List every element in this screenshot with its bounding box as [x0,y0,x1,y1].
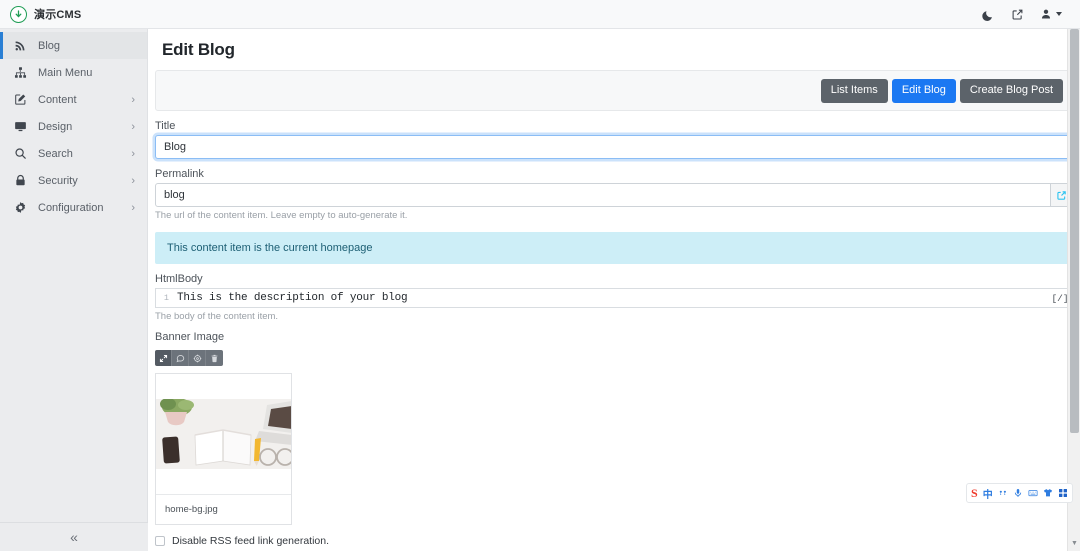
sidebar-item-label: Design [38,120,73,133]
action-button-group: List Items Edit Blog Create Blog Post [817,78,1063,103]
banner-image-group: Banner Image home-bg.jpg [155,331,1073,525]
microphone-icon[interactable] [1013,488,1023,498]
chevron-right-icon: › [131,93,135,106]
chevron-down-icon [1056,12,1062,16]
brand-name: 演示CMS [34,9,82,21]
apps-grid-icon[interactable] [1058,488,1068,498]
page-title: Edit Blog [162,40,235,59]
sidebar-item-label: Content [38,93,77,106]
banner-thumbnail-image [156,398,291,469]
chinese-mode-toggle[interactable]: 中 [983,486,993,501]
pencil-square-icon [10,93,30,106]
scrollbar-thumb[interactable] [1070,29,1079,433]
sidebar-nav: Blog Main Menu Content › Design › Search… [0,29,147,221]
chevron-right-icon: › [131,120,135,133]
homepage-alert: This content item is the current homepag… [155,232,1073,264]
htmlbody-help-text: The body of the content item. [155,311,279,322]
gear-icon [10,201,30,214]
permalink-field-group: Permalink The url of the content item. L… [155,168,1073,221]
disable-rss-label: Disable RSS feed link generation. [172,534,330,547]
sidebar-item-label: Security [38,174,78,187]
monitor-icon [10,120,30,133]
edit-blog-button[interactable]: Edit Blog [891,78,956,103]
htmlbody-editor[interactable]: 1 This is the description of your blog [… [155,288,1073,308]
rss-checkbox-row: Disable RSS feed link generation. [155,535,1073,547]
brand-logo-area[interactable]: 演示CMS [0,5,82,23]
permalink-help-text: The url of the content item. Leave empty… [155,210,408,221]
keyboard-icon[interactable] [1028,488,1038,498]
htmlbody-field-group: HtmlBody 1 This is the description of yo… [155,273,1073,322]
comment-icon[interactable] [172,350,189,366]
skin-shirt-icon[interactable] [1043,488,1053,498]
top-bar: 演示CMS [0,0,1080,29]
sidebar-item-search[interactable]: Search › [0,140,147,167]
thumbnail-box [156,373,291,494]
editor-line-number: 1 [156,289,172,307]
sidebar: Blog Main Menu Content › Design › Search… [0,29,148,551]
sidebar-item-content[interactable]: Content › [0,86,147,113]
title-input[interactable] [155,135,1073,159]
title-label: Title [155,120,176,132]
sidebar-item-main-menu[interactable]: Main Menu [0,59,147,86]
vertical-scrollbar[interactable]: ▼ [1067,29,1080,551]
htmlbody-label: HtmlBody [155,273,203,285]
top-bar-actions [982,8,1080,21]
triangle-down-icon[interactable]: ▼ [1068,537,1080,549]
sidebar-item-design[interactable]: Design › [0,113,147,140]
sidebar-item-label: Configuration [38,201,104,214]
chevron-right-icon: › [131,147,135,160]
banner-image-label: Banner Image [155,331,225,343]
moon-icon[interactable] [982,8,995,21]
sidebar-item-label: Main Menu [38,66,93,79]
expand-arrows-icon[interactable] [155,350,172,366]
sidebar-collapse-button[interactable]: « [0,522,148,551]
media-file-name: home-bg.jpg [156,493,291,524]
user-icon [1041,9,1051,19]
sidebar-item-security[interactable]: Security › [0,167,147,194]
external-link-icon[interactable] [1011,8,1024,21]
media-card[interactable]: home-bg.jpg [155,372,292,525]
disable-rss-checkbox[interactable] [155,535,165,546]
trash-icon[interactable] [206,350,223,366]
sidebar-item-blog[interactable]: Blog [0,32,147,59]
padlock-icon [10,174,30,187]
settings-icon[interactable] [189,350,206,366]
sidebar-item-label: Search [38,147,73,160]
sitemap-icon [10,66,30,79]
sogou-ime-toolbar: S 中 [966,483,1073,503]
sidebar-item-configuration[interactable]: Configuration › [0,194,147,221]
banner-image-toolbar [155,350,223,366]
main-content: Edit Blog List Items Edit Blog Create Bl… [148,29,1080,551]
user-menu[interactable] [1040,8,1062,20]
chevron-right-icon: › [131,201,135,214]
punctuation-icon[interactable] [998,488,1008,498]
title-field-group: Title [155,120,1073,159]
green-circle-arrow-logo [10,5,27,23]
action-bar: List Items Edit Blog Create Blog Post [155,70,1073,111]
content-wrapper: Edit Blog List Items Edit Blog Create Bl… [148,40,1080,547]
magnifier-icon [10,147,30,160]
sidebar-item-label: Blog [38,39,61,52]
sogou-s-logo[interactable]: S [971,487,978,499]
permalink-input-group [155,183,1073,207]
create-blog-post-button[interactable]: Create Blog Post [959,78,1063,103]
permalink-label: Permalink [155,168,204,180]
editor-code-line[interactable]: This is the description of your blog [172,289,1048,307]
rss-icon [10,39,30,52]
list-items-button[interactable]: List Items [820,78,888,103]
chevron-right-icon: › [131,174,135,187]
permalink-input[interactable] [155,183,1051,207]
